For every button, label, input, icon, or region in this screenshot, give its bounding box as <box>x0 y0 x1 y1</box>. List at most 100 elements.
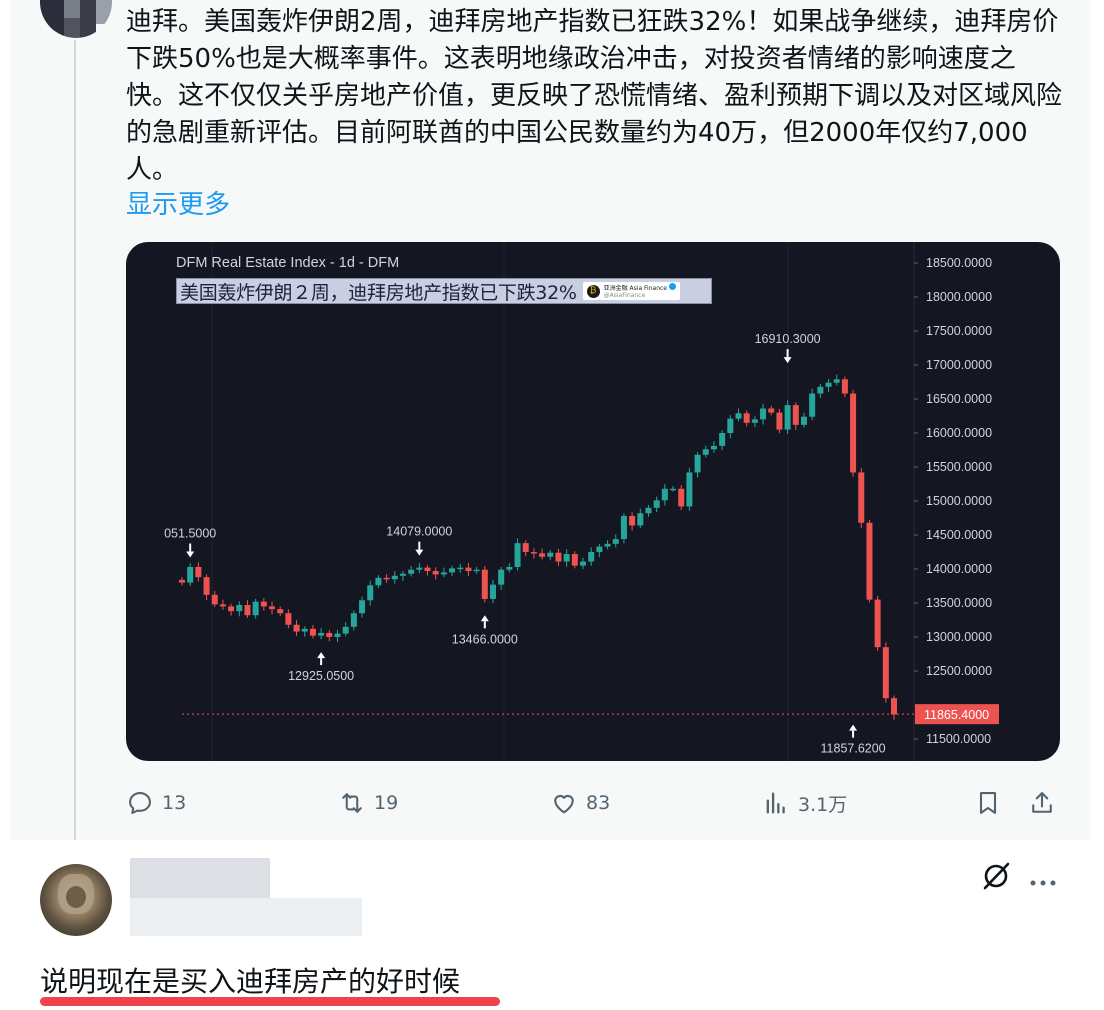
chart-title: DFM Real Estate Index - 1d - DFM <box>176 255 400 271</box>
candle-body <box>481 569 488 599</box>
candle-body <box>408 569 415 574</box>
y-tick-label: 15500.0000 <box>926 460 992 474</box>
candle-body <box>817 386 824 394</box>
candle-body <box>612 539 619 544</box>
reply-handle-blurred <box>130 898 362 936</box>
candle-body <box>375 577 382 586</box>
candle-body <box>547 552 554 557</box>
candle-body <box>342 626 349 634</box>
candle-body <box>645 507 652 514</box>
candle-body <box>252 601 259 616</box>
thread-connector-line <box>74 40 76 855</box>
candlestick-chart: 18500.0000 18000.0000 17500.0000 17000.0000… <box>164 242 999 761</box>
candle-body <box>465 567 472 572</box>
low-annotation-label: 13466.0000 <box>452 632 518 646</box>
y-tick-label: 16000.0000 <box>926 426 992 440</box>
candle-body <box>661 488 668 501</box>
candle-body <box>809 393 816 417</box>
chart-image[interactable]: 18500.0000 18000.0000 17500.0000 17000.0000… <box>126 242 1060 761</box>
verified-icon <box>668 283 676 290</box>
y-tick-label: 11500.0000 <box>926 732 991 746</box>
low-annotation-label: 12925.0500 <box>288 669 354 683</box>
y-tick-label: 17000.0000 <box>926 358 992 372</box>
candle-body <box>539 553 546 557</box>
y-tick-label: 12500.0000 <box>926 664 992 678</box>
candle-body <box>277 609 284 614</box>
like-button[interactable]: 83 <box>550 784 610 822</box>
candle-body <box>350 613 357 627</box>
candle-body <box>768 408 775 413</box>
candle-body <box>440 572 447 575</box>
share-button[interactable] <box>1028 784 1064 822</box>
grok-icon[interactable] <box>980 860 1012 900</box>
candle-body <box>800 416 807 425</box>
heart-icon <box>554 794 574 814</box>
analytics-icon <box>766 792 785 814</box>
candle-body <box>555 552 562 562</box>
candle-body <box>211 594 218 605</box>
candle-body <box>686 472 693 507</box>
candle-body <box>596 546 603 552</box>
y-tick-label: 13000.0000 <box>926 630 992 644</box>
candle-body <box>269 606 276 610</box>
brand-handle: @AsiaFinance <box>603 292 646 299</box>
retweet-count: 19 <box>374 792 399 814</box>
bookmark-icon <box>979 792 997 814</box>
candle-body <box>489 584 496 599</box>
candle-body <box>882 647 889 699</box>
views-button[interactable]: 3.1万 <box>762 784 847 822</box>
y-tick-label: 15000.0000 <box>926 494 992 508</box>
candle-body <box>866 522 873 600</box>
candle-body <box>309 628 316 636</box>
show-more-link[interactable]: 显示更多 <box>126 184 230 221</box>
candle-body <box>604 543 611 547</box>
arrow-down-icon <box>783 357 792 364</box>
arrow-down-icon <box>186 551 195 558</box>
arrow-up-icon <box>849 724 858 731</box>
candle-body <box>694 454 701 473</box>
candle-body <box>228 606 235 612</box>
candle-body <box>891 698 897 715</box>
candle-body <box>678 488 685 507</box>
candle-body <box>850 393 857 473</box>
candle-body <box>563 554 570 562</box>
candle-body <box>367 585 374 601</box>
y-tick-label: 16500.0000 <box>926 392 992 406</box>
candle-body <box>776 412 783 430</box>
candle-body <box>260 601 267 607</box>
bookmark-button[interactable] <box>974 784 1010 822</box>
chart-banner: 美国轰炸伊朗２周，迪拜房地产指数已下跌32% ₿ 亚洲金融 Asia Finan… <box>176 278 712 304</box>
candle-body <box>301 628 308 632</box>
candle-body <box>179 579 185 583</box>
candle-body <box>530 552 537 554</box>
candle-body <box>670 488 677 491</box>
candle-body <box>457 567 464 570</box>
candle-body <box>203 577 210 595</box>
candle-body <box>571 554 578 566</box>
candle-body <box>244 605 251 616</box>
current-price-label: 11865.4000 <box>924 708 989 722</box>
candle-body <box>187 566 194 583</box>
retweet-button[interactable]: 19 <box>338 784 398 822</box>
more-options-icon[interactable] <box>1028 866 1058 901</box>
y-tick-label: 17500.0000 <box>926 324 992 338</box>
candle-body <box>792 405 799 425</box>
candle-body <box>784 405 791 430</box>
view-count: 3.1万 <box>798 793 848 816</box>
candle-body <box>506 566 513 570</box>
high-annotation-label: 051.5000 <box>164 526 216 540</box>
candle-body <box>195 566 202 578</box>
reply-count: 13 <box>162 792 187 814</box>
like-count: 83 <box>586 792 611 814</box>
banner-text: 美国轰炸伊朗２周，迪拜房地产指数已下跌32% <box>180 281 577 304</box>
candle-body <box>391 575 398 580</box>
candle-body <box>514 543 521 567</box>
reply-avatar[interactable] <box>40 864 112 936</box>
y-tick-label: 14500.0000 <box>926 528 992 542</box>
candle-body <box>727 418 734 433</box>
candle-body <box>841 379 848 394</box>
y-tick-label: 14000.0000 <box>926 562 992 576</box>
post-actions: 13 19 83 3.1万 <box>126 784 1066 824</box>
reply-button[interactable]: 13 <box>126 784 186 822</box>
candle-body <box>637 513 644 526</box>
